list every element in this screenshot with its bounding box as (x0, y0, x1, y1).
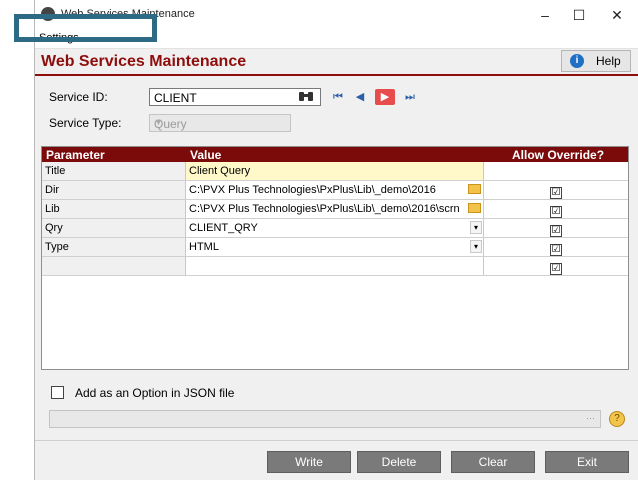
param-cell (42, 257, 186, 275)
highlight-frame (14, 14, 157, 42)
delete-button[interactable]: Delete (357, 451, 441, 473)
note-icon[interactable]: ? (609, 411, 625, 427)
checkbox-icon[interactable]: ☑ (550, 187, 562, 199)
expand-icon[interactable]: ⋯ (586, 413, 595, 424)
folder-icon[interactable] (468, 184, 481, 194)
table-row[interactable]: ☑ (42, 257, 628, 276)
service-id-label: Service ID: (49, 90, 108, 104)
json-option-checkbox[interactable] (51, 386, 64, 399)
override-cell[interactable]: ☑ (484, 219, 628, 237)
dropdown-icon[interactable]: ▾ (470, 240, 482, 253)
value-cell[interactable]: Client Query (186, 162, 484, 180)
parameter-grid: Parameter Value Allow Override? Title Cl… (41, 146, 629, 370)
json-option-label: Add as an Option in JSON file (75, 386, 235, 400)
override-cell (484, 162, 628, 180)
table-row[interactable]: Type HTML ▾ ☑ (42, 238, 628, 257)
clear-button[interactable]: Clear (451, 451, 535, 473)
param-cell: Title (42, 162, 186, 180)
table-row[interactable]: Title Client Query (42, 162, 628, 181)
service-id-value: CLIENT (154, 91, 197, 105)
value-cell[interactable] (186, 257, 484, 275)
value-text: C:\PVX Plus Technologies\PxPlus\Lib\_dem… (189, 203, 460, 215)
value-text: C:\PVX Plus Technologies\PxPlus\Lib\_dem… (189, 184, 436, 196)
value-text: CLIENT_QRY (189, 222, 258, 234)
close-button[interactable]: ✕ (603, 4, 631, 26)
param-cell: Type (42, 238, 186, 256)
divider (35, 440, 638, 441)
checkbox-icon[interactable]: ☑ (550, 206, 562, 218)
param-cell: Qry (42, 219, 186, 237)
page-title: Web Services Maintenance (41, 53, 247, 70)
override-cell[interactable]: ☑ (484, 200, 628, 218)
value-cell[interactable]: C:\PVX Plus Technologies\PxPlus\Lib\_dem… (186, 200, 484, 218)
header-parameter: Parameter (46, 148, 105, 162)
binoculars-icon[interactable] (299, 90, 313, 105)
next-record-icon[interactable]: ▶ (375, 89, 395, 105)
help-button[interactable]: i Help (561, 50, 631, 72)
exit-button[interactable]: Exit (545, 451, 629, 473)
help-label: Help (596, 54, 621, 68)
header-value: Value (190, 148, 222, 162)
service-type-select[interactable]: Query ▼ (149, 114, 291, 132)
checkbox-icon[interactable]: ☑ (550, 244, 562, 256)
dropdown-icon[interactable]: ▾ (470, 221, 482, 234)
page-header: Web Services Maintenance i Help (35, 50, 638, 76)
table-row[interactable]: Dir C:\PVX Plus Technologies\PxPlus\Lib\… (42, 181, 628, 200)
service-id-input[interactable]: CLIENT (149, 88, 321, 106)
override-cell[interactable]: ☑ (484, 181, 628, 199)
value-cell[interactable]: HTML ▾ (186, 238, 484, 256)
maximize-button[interactable]: ☐ (565, 4, 593, 26)
write-button[interactable]: Write (267, 451, 351, 473)
override-cell[interactable]: ☑ (484, 257, 628, 275)
minimize-button[interactable]: – (531, 4, 559, 26)
chevron-down-icon: ▼ (154, 117, 163, 127)
service-type-label: Service Type: (49, 116, 122, 130)
value-cell[interactable]: CLIENT_QRY ▾ (186, 219, 484, 237)
param-cell: Dir (42, 181, 186, 199)
checkbox-icon[interactable]: ☑ (550, 225, 562, 237)
prev-record-icon[interactable]: ◀ (353, 89, 367, 105)
grid-header: Parameter Value Allow Override? (42, 147, 628, 162)
window: Web Services Maintenance – ☐ ✕ Settings … (34, 0, 638, 480)
header-allow-override: Allow Override? (512, 148, 605, 162)
value-cell[interactable]: C:\PVX Plus Technologies\PxPlus\Lib\_dem… (186, 181, 484, 199)
checkbox-icon[interactable]: ☑ (550, 263, 562, 275)
value-text: HTML (189, 241, 219, 253)
first-record-icon[interactable]: ⏮ (331, 89, 345, 105)
json-field[interactable]: ⋯ (49, 410, 601, 428)
last-record-icon[interactable]: ⏭ (403, 89, 417, 105)
table-row[interactable]: Lib C:\PVX Plus Technologies\PxPlus\Lib\… (42, 200, 628, 219)
table-row[interactable]: Qry CLIENT_QRY ▾ ☑ (42, 219, 628, 238)
folder-icon[interactable] (468, 203, 481, 213)
override-cell[interactable]: ☑ (484, 238, 628, 256)
help-icon: i (570, 54, 584, 68)
param-cell: Lib (42, 200, 186, 218)
